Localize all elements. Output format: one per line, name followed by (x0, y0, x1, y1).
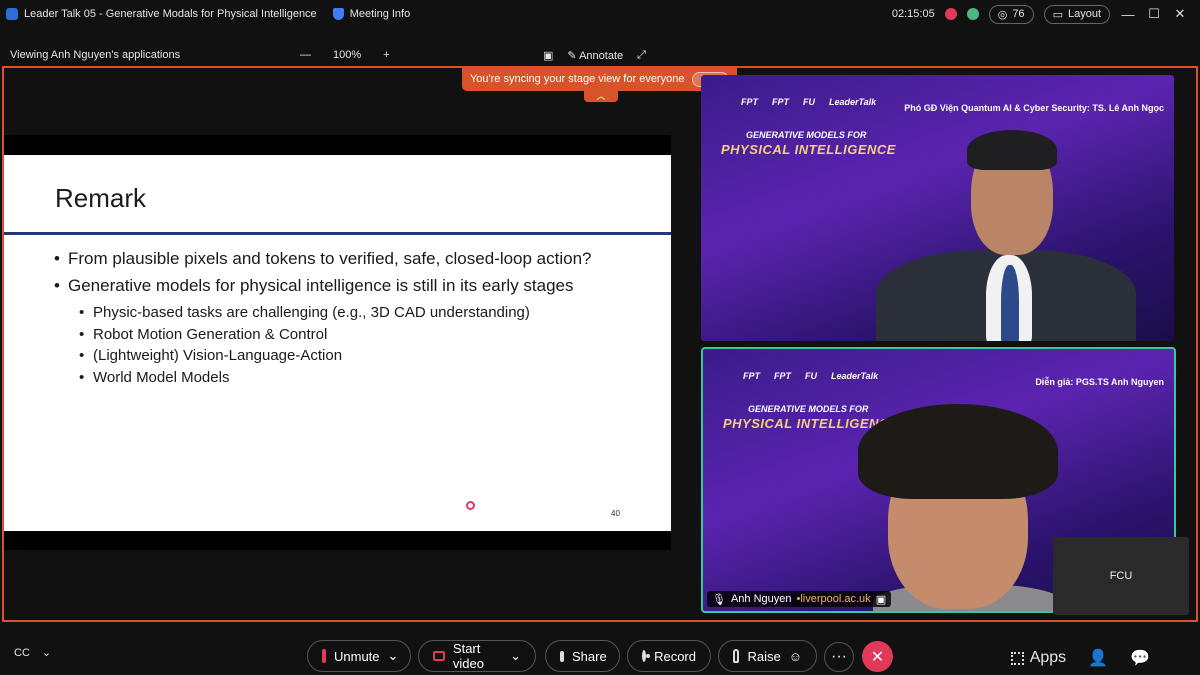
video-off-icon (433, 651, 445, 661)
muted-microphone-icon (322, 649, 326, 663)
pop-out-icon[interactable]: ▣ (543, 49, 553, 62)
participant-name-tag: 🎙 Anh Nguyen •liverpool.ac.uk ▣ (707, 591, 892, 607)
participant-tile-label: FCU (1109, 570, 1133, 582)
slide-sub-bullet: • Robot Motion Generation & Control (79, 325, 328, 343)
slide-bullet: • From plausible pixels and tokens to ve… (54, 249, 592, 268)
captions-icon[interactable]: CC (14, 647, 30, 659)
sponsor-logos: FPT FPT FU LeaderTalk (741, 97, 877, 107)
right-controls: Apps 👤 💬 (1010, 648, 1150, 668)
speaker-caption: Phó GĐ Viện Quantum AI & Cyber Security:… (904, 103, 1164, 113)
sync-banner: You're syncing your stage view for every… (462, 67, 737, 91)
apps-label: Apps (1029, 649, 1067, 666)
microphone-icon: 🎙 (712, 593, 726, 606)
apps-grid-icon (1010, 651, 1024, 665)
speaker-hair (858, 404, 1058, 499)
participants-icon: ◎ (997, 8, 1008, 21)
layout-button[interactable]: ▭ Layout (1043, 4, 1110, 24)
share-toolbar: Viewing Anh Nguyen's applications — 100%… (0, 44, 1200, 66)
layout-icon: ▭ (1052, 8, 1063, 21)
shield-icon[interactable] (332, 8, 344, 20)
speaker-caption: Diễn giả: PGS.TS Anh Nguyen (1035, 377, 1164, 387)
screen-share-icon: ▣ (875, 593, 887, 606)
recording-indicator-icon[interactable] (944, 8, 957, 20)
captions-chevron-icon[interactable]: ⌄ (42, 646, 51, 659)
speaker-hair (967, 130, 1057, 170)
share-label: Share (572, 648, 607, 664)
start-video-button[interactable]: Start video ⌄ (418, 640, 536, 672)
zoom-level: 100% (333, 49, 362, 61)
participants-count-button[interactable]: ◎ 76 (988, 4, 1034, 24)
layout-label: Layout (1067, 8, 1101, 20)
event-title-line2: PHYSICAL INTELLIGENCE (721, 142, 896, 157)
raise-hand-button[interactable]: Raise ☺ (718, 640, 817, 672)
participant-domain: •liverpool.ac.uk (796, 593, 871, 605)
annotate-button[interactable]: ✎ Annotate (567, 49, 623, 62)
slide-sub-bullet: • World Model Models (79, 368, 230, 386)
zoom-out-button[interactable]: — (300, 49, 311, 61)
leave-meeting-button[interactable]: ✕ (862, 641, 893, 672)
title-bar: Leader Talk 05 - Generative Modals for P… (0, 0, 1200, 28)
participants-panel-icon[interactable]: 👤 (1088, 648, 1108, 668)
record-icon (642, 650, 651, 662)
participant-name: Anh Nguyen (730, 593, 792, 605)
share-screen-icon (560, 650, 564, 662)
more-options-button[interactable]: ··· (824, 642, 854, 672)
participant-video-1[interactable]: FPT FPT FU LeaderTalk GENERATIVE MODELS … (701, 75, 1174, 341)
speaker-tie (1001, 265, 1019, 341)
raise-label: Raise (747, 648, 781, 664)
shared-screen: Remark • From plausible pixels and token… (4, 135, 671, 550)
zoom-in-button[interactable]: + (383, 49, 389, 61)
viewing-label: Viewing Anh Nguyen's applications (10, 49, 181, 61)
window-title: Leader Talk 05 - Generative Modals for P… (24, 8, 317, 20)
slide-sub-bullet: • Physic-based tasks are challenging (e.… (79, 304, 530, 321)
sponsor-logos: FPT FPT FU LeaderTalk (743, 371, 879, 381)
collapse-banner-button[interactable]: ︿ (584, 91, 618, 102)
webex-logo-icon (6, 8, 18, 20)
record-label: Record (654, 648, 696, 664)
slide-page-number: 40 (611, 509, 620, 518)
start-video-label: Start video (452, 641, 484, 671)
presentation-slide: Remark • From plausible pixels and token… (4, 155, 671, 531)
slide-body: • From plausible pixels and tokens to ve… (54, 248, 614, 388)
laser-pointer-icon (466, 501, 475, 510)
slide-bullet: • Generative models for physical intelli… (54, 276, 574, 295)
fullscreen-icon[interactable]: ⤢ (637, 49, 646, 62)
chevron-down-icon[interactable]: ⌄ (510, 648, 521, 664)
slide-sub-bullet: • (Lightweight) Vision-Language-Action (79, 347, 343, 364)
unmute-button[interactable]: Unmute ⌄ (307, 640, 411, 672)
participant-tile-fcu[interactable]: FCU (1053, 537, 1189, 615)
pen-icon: ✎ (567, 49, 577, 62)
close-window-button[interactable]: ✕ (1172, 6, 1188, 22)
raise-hand-icon (733, 649, 740, 663)
annotate-label: Annotate (579, 49, 624, 62)
minimize-button[interactable]: — (1120, 7, 1136, 22)
record-button[interactable]: Record (627, 640, 711, 672)
slide-divider (4, 232, 671, 235)
chevron-down-icon[interactable]: ⌄ (388, 648, 399, 664)
chat-icon[interactable]: 💬 (1130, 648, 1150, 668)
meeting-clock: 02:15:05 (891, 8, 935, 20)
sync-banner-text: You're syncing your stage view for every… (469, 73, 685, 85)
network-indicator-icon[interactable] (966, 8, 979, 20)
event-title-line1: GENERATIVE MODELS FOR (746, 130, 867, 140)
share-button[interactable]: Share (545, 640, 620, 672)
participants-count: 76 (1012, 8, 1025, 20)
reactions-icon[interactable]: ☺ (789, 649, 802, 664)
event-title-line1: GENERATIVE MODELS FOR (748, 404, 869, 414)
maximize-button[interactable]: ☐ (1146, 6, 1162, 22)
apps-button[interactable]: Apps (1010, 649, 1067, 667)
slide-title: Remark (55, 183, 147, 213)
meeting-info-button[interactable]: Meeting Info (350, 8, 411, 20)
unmute-label: Unmute (334, 648, 380, 664)
